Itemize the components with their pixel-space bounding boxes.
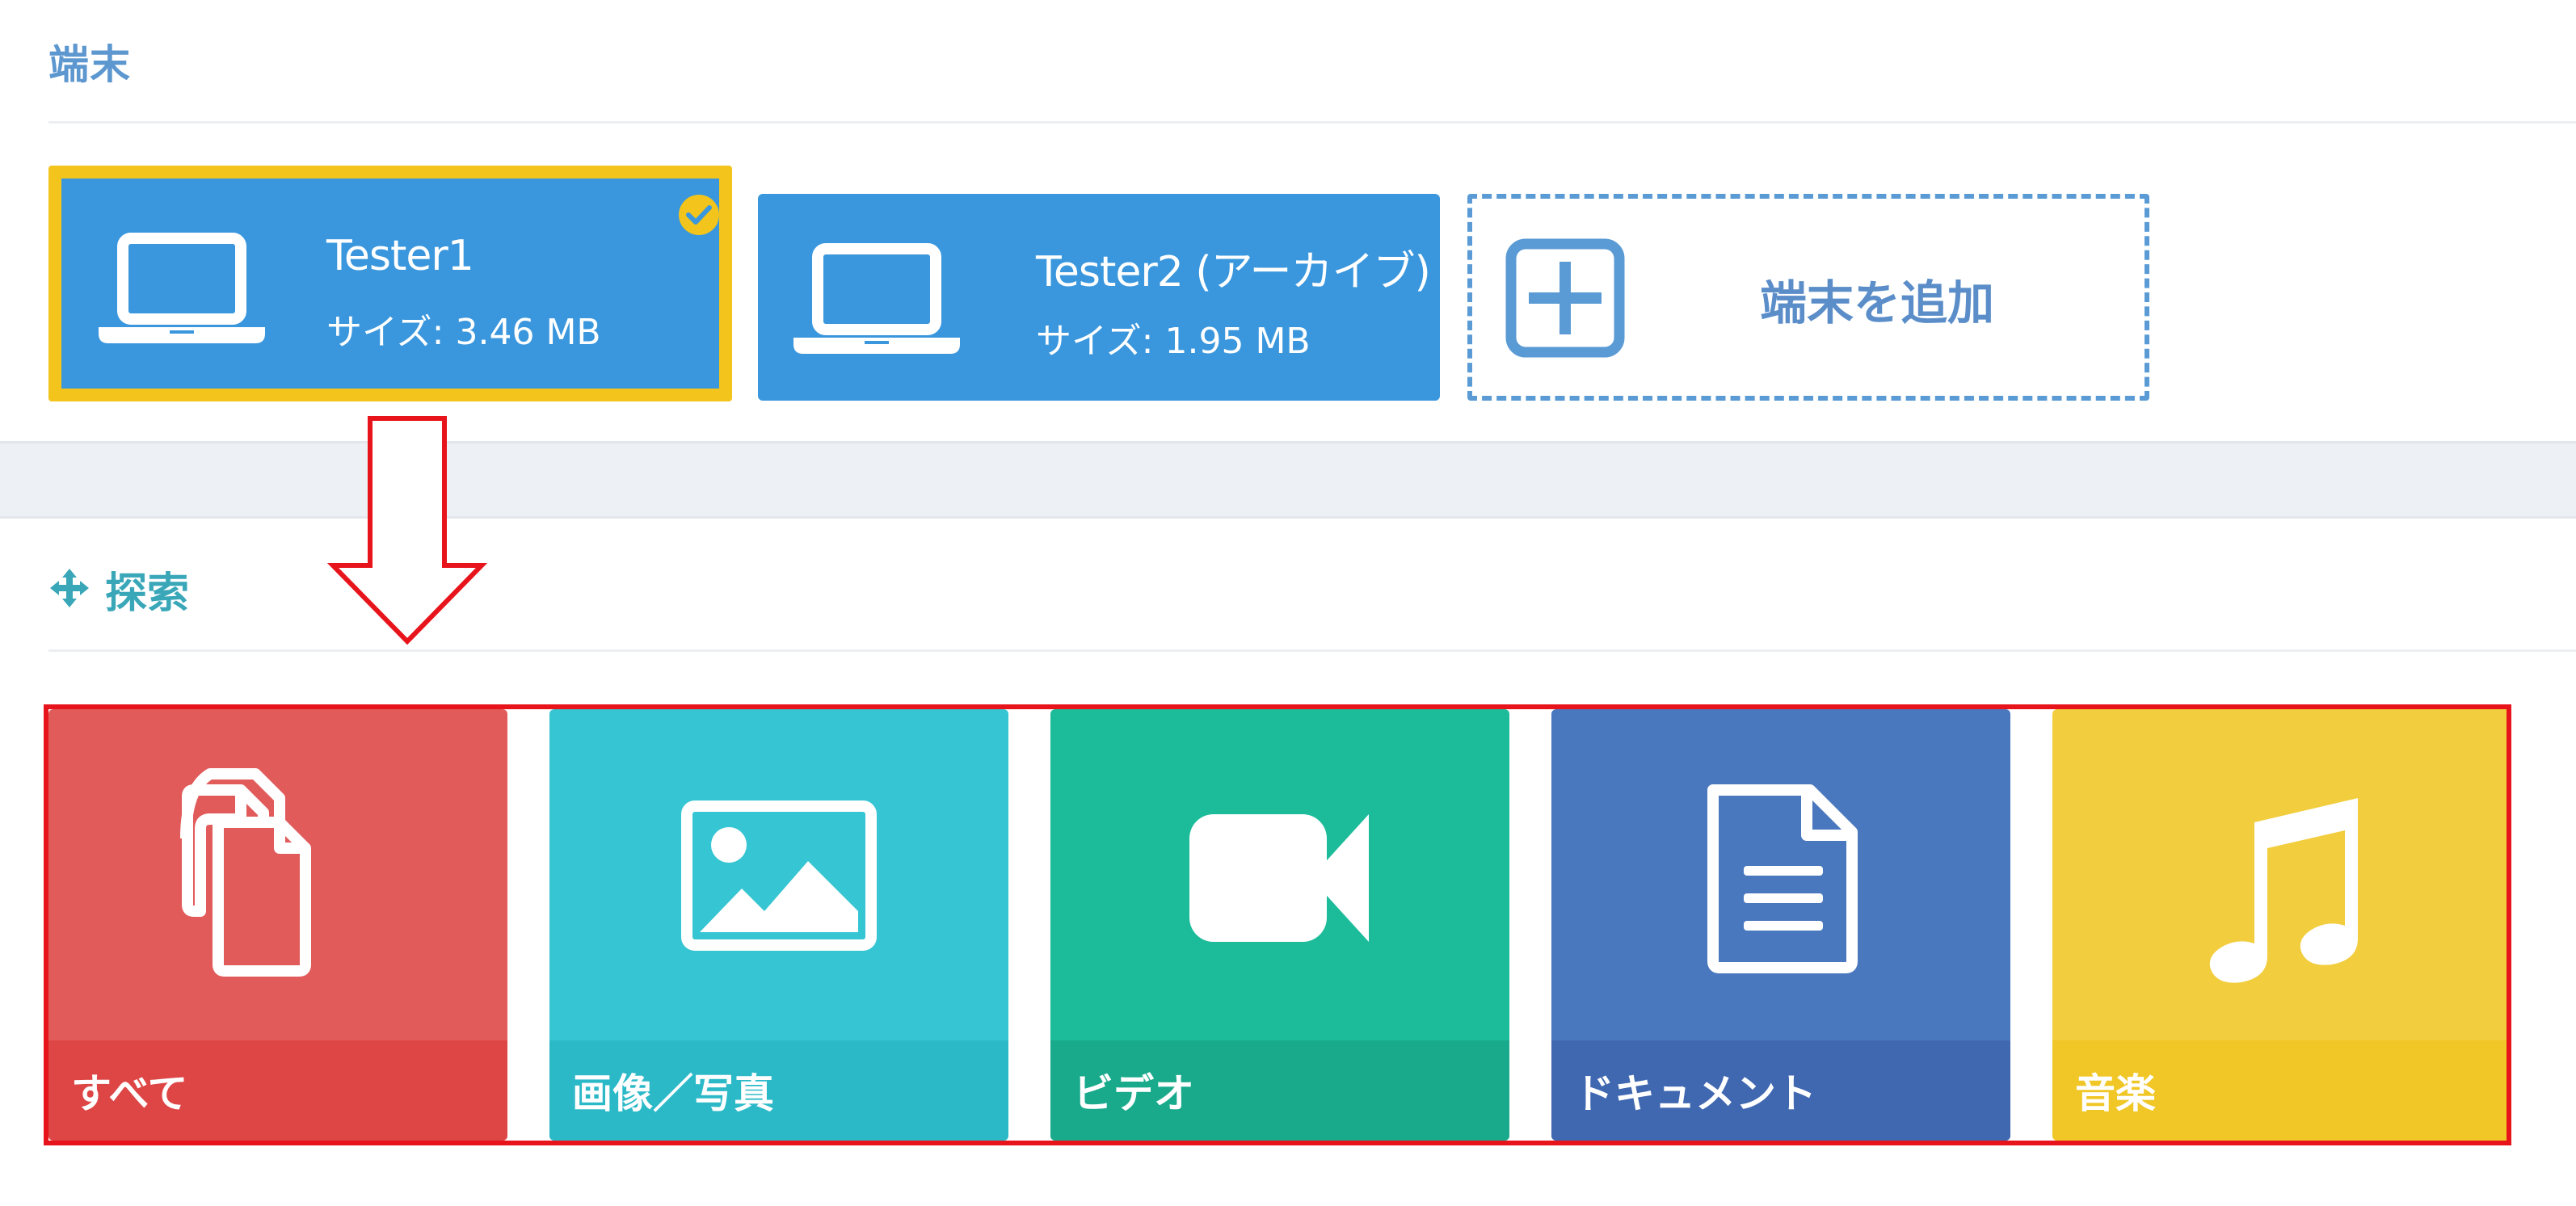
highlight-annotation-box: [44, 704, 2511, 1145]
devices-section-title: 端末: [48, 41, 131, 88]
add-device-label: 端末を追加: [1760, 275, 1995, 330]
move-icon: [50, 569, 89, 607]
explore-section-title: 探索: [105, 569, 190, 618]
laptop-icon: [793, 243, 960, 354]
page: 端末 Tester1 サイズ: 3.46 MB Tester2 (アーカイブ) …: [0, 0, 2576, 1206]
device-name: Tester1: [326, 232, 474, 280]
divider: [48, 649, 2576, 652]
device-name: Tester2 (アーカイブ): [1036, 248, 1431, 296]
laptop-icon: [99, 233, 265, 343]
plus-square-icon: [1505, 238, 1625, 358]
checkmark-circle-icon: [679, 195, 719, 235]
down-arrow-annotation: [326, 416, 488, 645]
add-device-button[interactable]: 端末を追加: [1467, 194, 2149, 401]
divider: [48, 121, 2576, 124]
device-size: サイズ: 3.46 MB: [326, 312, 601, 353]
device-card-tester2[interactable]: Tester2 (アーカイブ) サイズ: 1.95 MB: [758, 194, 1440, 401]
device-size: サイズ: 1.95 MB: [1036, 321, 1311, 362]
device-card-tester1[interactable]: Tester1 サイズ: 3.46 MB: [48, 166, 732, 401]
